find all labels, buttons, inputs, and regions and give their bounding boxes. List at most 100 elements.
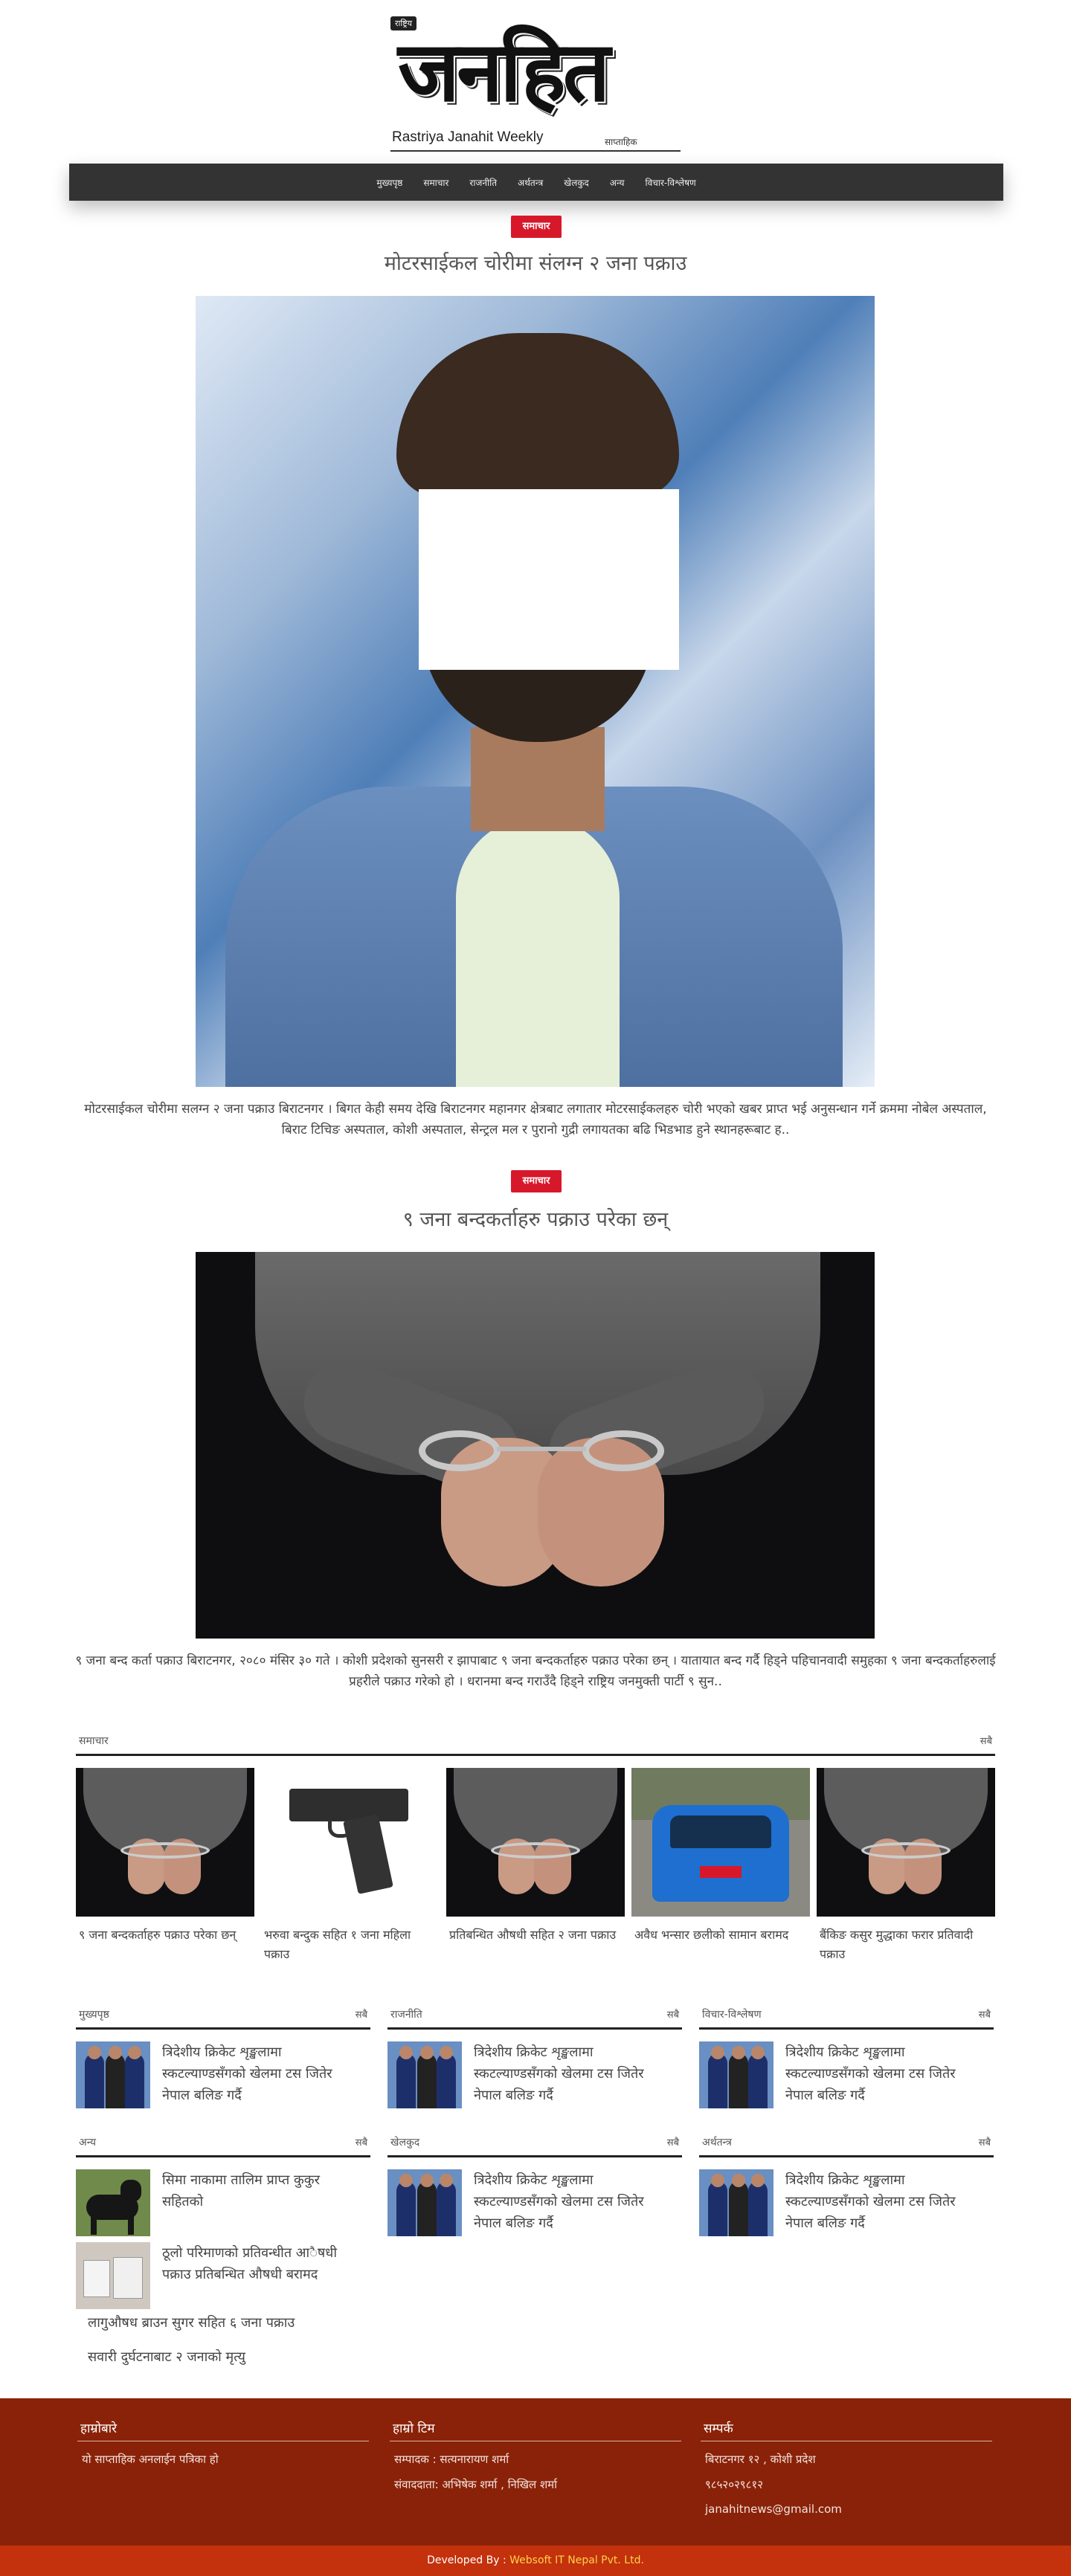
list-item-image[interactable]: [699, 2169, 774, 2236]
nav-item-opinion[interactable]: विचार-विश्लेषण: [643, 173, 697, 192]
footer-editor: सम्पादक : सत्यनारायण शर्मा: [394, 2453, 509, 2466]
section-header-news: समाचार सबै: [76, 1726, 995, 1756]
handcuff-ring-right: [582, 1430, 664, 1471]
news-card-title[interactable]: प्रतिबन्धित औषधी सहित २ जना पक्राउ: [446, 1925, 625, 1945]
news-card-image[interactable]: [76, 1768, 254, 1917]
category-badge[interactable]: समाचार: [511, 216, 562, 238]
news-card-image[interactable]: [261, 1768, 440, 1917]
main-nav: मुख्यपृष्ठ समाचार राजनीति अर्थतन्त्र खेल…: [69, 164, 1003, 201]
list-item-text-link[interactable]: सवारी दुर्घटनाबाट २ जनाको मृत्यु: [88, 2348, 245, 2366]
news-card[interactable]: ९ जना बन्दकर्ताहरु पक्राउ परेका छन्: [76, 1768, 254, 1945]
list-item[interactable]: त्रिदेशीय क्रिकेट शृङ्खलामा स्कटल्याण्डस…: [387, 2169, 670, 2236]
news-card[interactable]: बैंकिङ कसुर मुद्धाका फरार प्रतिवादी पक्र…: [817, 1768, 995, 1964]
footer-team: हाम्रो टिम सम्पादक : सत्यनारायण शर्मा सं…: [390, 2419, 681, 2492]
developer-link[interactable]: Websoft IT Nepal Pvt. Ltd.: [509, 2554, 644, 2566]
list-item-image[interactable]: [699, 2041, 774, 2108]
view-all-link[interactable]: सबै: [356, 2135, 367, 2149]
footer-address: बिराटनगर १२ , कोशी प्रदेश: [705, 2453, 816, 2466]
section-header-homepage: मुख्यपृष्ठ सबै: [76, 2000, 370, 2030]
masthead-subtitle: Rastriya Janahit Weekly: [392, 129, 544, 145]
site-footer: हाम्रोबारे यो साप्ताहिक अनलाईन पत्रिका ह…: [0, 2398, 1071, 2546]
list-item-image[interactable]: [76, 2169, 150, 2236]
footer-contact-title: सम्पर्क: [701, 2419, 992, 2441]
list-item[interactable]: ठूलो परिमाणको प्रतिवन्धीत आैषधी पक्राउ प…: [76, 2242, 358, 2309]
masthead-prefix: राष्ट्रिय: [390, 16, 417, 30]
section-title[interactable]: राजनीति: [390, 2007, 422, 2021]
feature-excerpt: मोटरसाईकल चोरीमा सलग्न २ जना पक्राउ बिरा…: [84, 1102, 987, 1137]
nav-item-sports[interactable]: खेलकुद: [562, 173, 591, 192]
list-item[interactable]: त्रिदेशीय क्रिकेट शृङ्खलामा स्कटल्याण्डस…: [387, 2041, 670, 2108]
news-card-title[interactable]: अवैध भन्सार छलीको सामान बरामद: [631, 1925, 810, 1945]
footer-email[interactable]: janahitnews@gmail.com: [701, 2502, 992, 2516]
view-all-link[interactable]: सबै: [979, 2135, 991, 2149]
list-item-image[interactable]: [76, 2242, 150, 2309]
news-card-image[interactable]: [817, 1768, 995, 1917]
category-badge[interactable]: समाचार: [511, 1170, 562, 1192]
news-card-title[interactable]: बैंकिङ कसुर मुद्धाका फरार प्रतिवादी पक्र…: [817, 1925, 995, 1964]
nav-item-news[interactable]: समाचार: [422, 173, 450, 192]
list-item-title[interactable]: त्रिदेशीय क्रिकेट शृङ्खलामा स्कटल्याण्डस…: [785, 2169, 982, 2234]
news-card-title[interactable]: ९ जना बन्दकर्ताहरु पक्राउ परेका छन्: [76, 1925, 254, 1945]
section-header-opinion: विचार-विश्लेषण सबै: [699, 2000, 994, 2030]
section-header-others: अन्य सबै: [76, 2128, 370, 2157]
feature-headline[interactable]: मोटरसाईकल चोरीमा संलग्न २ जना पक्राउ: [223, 248, 848, 276]
news-card[interactable]: भरुवा बन्दुक सहित १ जना महिला पक्राउ: [261, 1768, 440, 1964]
developed-by-label: Developed By :: [427, 2554, 506, 2566]
news-card-title[interactable]: भरुवा बन्दुक सहित १ जना महिला पक्राउ: [261, 1925, 440, 1964]
feature-headline[interactable]: ९ जना बन्दकर्ताहरु पक्राउ परेका छन्: [223, 1204, 848, 1232]
list-item-title[interactable]: सिमा नाकामा तालिम प्राप्त कुकुर सहितको: [162, 2169, 358, 2212]
section-title[interactable]: विचार-विश्लेषण: [702, 2007, 762, 2021]
news-card-image[interactable]: [446, 1768, 625, 1917]
masthead-title: जनहित: [398, 23, 611, 120]
photo-neck-shape: [471, 727, 605, 831]
news-card[interactable]: अवैध भन्सार छलीको सामान बरामद: [631, 1768, 810, 1945]
list-item-title[interactable]: त्रिदेशीय क्रिकेट शृङ्खलामा स्कटल्याण्डस…: [785, 2041, 982, 2106]
handcuff-chain: [497, 1447, 586, 1451]
footer-about-title: हाम्रोबारे: [77, 2419, 369, 2441]
footer-contact: सम्पर्क बिराटनगर १२ , कोशी प्रदेश ९८५२०२…: [701, 2419, 992, 2516]
view-all-link[interactable]: सबै: [356, 2007, 367, 2021]
masthead-logo[interactable]: जनहित राष्ट्रिय Rastriya Janahit Weekly …: [390, 16, 681, 155]
section-header-politics: राजनीति सबै: [387, 2000, 682, 2030]
section-title[interactable]: समाचार: [79, 1734, 109, 1748]
list-item[interactable]: त्रिदेशीय क्रिकेट शृङ्खलामा स्कटल्याण्डस…: [699, 2169, 982, 2236]
footer-phone[interactable]: ९८५२०२९८१२: [701, 2477, 992, 2492]
list-item-image[interactable]: [387, 2169, 462, 2236]
section-title[interactable]: खेलकुद: [390, 2135, 419, 2149]
list-item[interactable]: सिमा नाकामा तालिम प्राप्त कुकुर सहितको: [76, 2169, 358, 2236]
footer-team-title: हाम्रो टिम: [390, 2419, 681, 2441]
view-all-link[interactable]: सबै: [667, 2007, 679, 2021]
footer-about: हाम्रोबारे यो साप्ताहिक अनलाईन पत्रिका ह…: [77, 2419, 369, 2467]
handcuff-ring-left: [419, 1430, 501, 1471]
developer-credit-bar: Developed By : Websoft IT Nepal Pvt. Ltd…: [0, 2546, 1071, 2576]
view-all-link[interactable]: सबै: [667, 2135, 679, 2149]
photo-shirt-shape: [456, 816, 620, 1087]
news-card[interactable]: प्रतिबन्धित औषधी सहित २ जना पक्राउ: [446, 1768, 625, 1945]
section-title[interactable]: अर्थतन्त्र: [702, 2135, 732, 2149]
news-card-image[interactable]: [631, 1768, 810, 1917]
nav-item-others[interactable]: अन्य: [608, 173, 626, 192]
section-header-economy: अर्थतन्त्र सबै: [699, 2128, 994, 2157]
face-censor-box: [419, 489, 679, 670]
nav-item-politics[interactable]: राजनीति: [468, 173, 498, 192]
list-item-image[interactable]: [387, 2041, 462, 2108]
list-item-text-link[interactable]: लागुऔषध ब्राउन सुगर सहित ६ जना पक्राउ: [88, 2314, 295, 2331]
list-item-title[interactable]: त्रिदेशीय क्रिकेट शृङ्खलामा स्कटल्याण्डस…: [162, 2041, 358, 2106]
list-item[interactable]: त्रिदेशीय क्रिकेट शृङ्खलामा स्कटल्याण्डस…: [699, 2041, 982, 2108]
list-item-title[interactable]: ठूलो परिमाणको प्रतिवन्धीत आैषधी पक्राउ प…: [162, 2242, 358, 2285]
list-item-title[interactable]: त्रिदेशीय क्रिकेट शृङ्खलामा स्कटल्याण्डस…: [474, 2041, 670, 2106]
nav-item-economy[interactable]: अर्थतन्त्र: [516, 173, 544, 192]
list-item-title[interactable]: त्रिदेशीय क्रिकेट शृङ्खलामा स्कटल्याण्डस…: [474, 2169, 670, 2234]
list-item[interactable]: त्रिदेशीय क्रिकेट शृङ्खलामा स्कटल्याण्डस…: [76, 2041, 358, 2108]
view-all-link[interactable]: सबै: [979, 2007, 991, 2021]
feature-photo-suspect[interactable]: [196, 296, 875, 1087]
section-title[interactable]: अन्य: [79, 2135, 96, 2149]
nav-item-home[interactable]: मुख्यपृष्ठ: [375, 173, 404, 192]
feature-photo-handcuffs[interactable]: [196, 1252, 875, 1639]
view-all-link[interactable]: सबै: [980, 1734, 992, 1747]
section-title[interactable]: मुख्यपृष्ठ: [79, 2007, 109, 2021]
photo-hair-shape: [396, 333, 679, 497]
list-item-image[interactable]: [76, 2041, 150, 2108]
masthead-underline: [390, 150, 681, 152]
footer-about-text: यो साप्ताहिक अनलाईन पत्रिका हो: [82, 2453, 219, 2466]
